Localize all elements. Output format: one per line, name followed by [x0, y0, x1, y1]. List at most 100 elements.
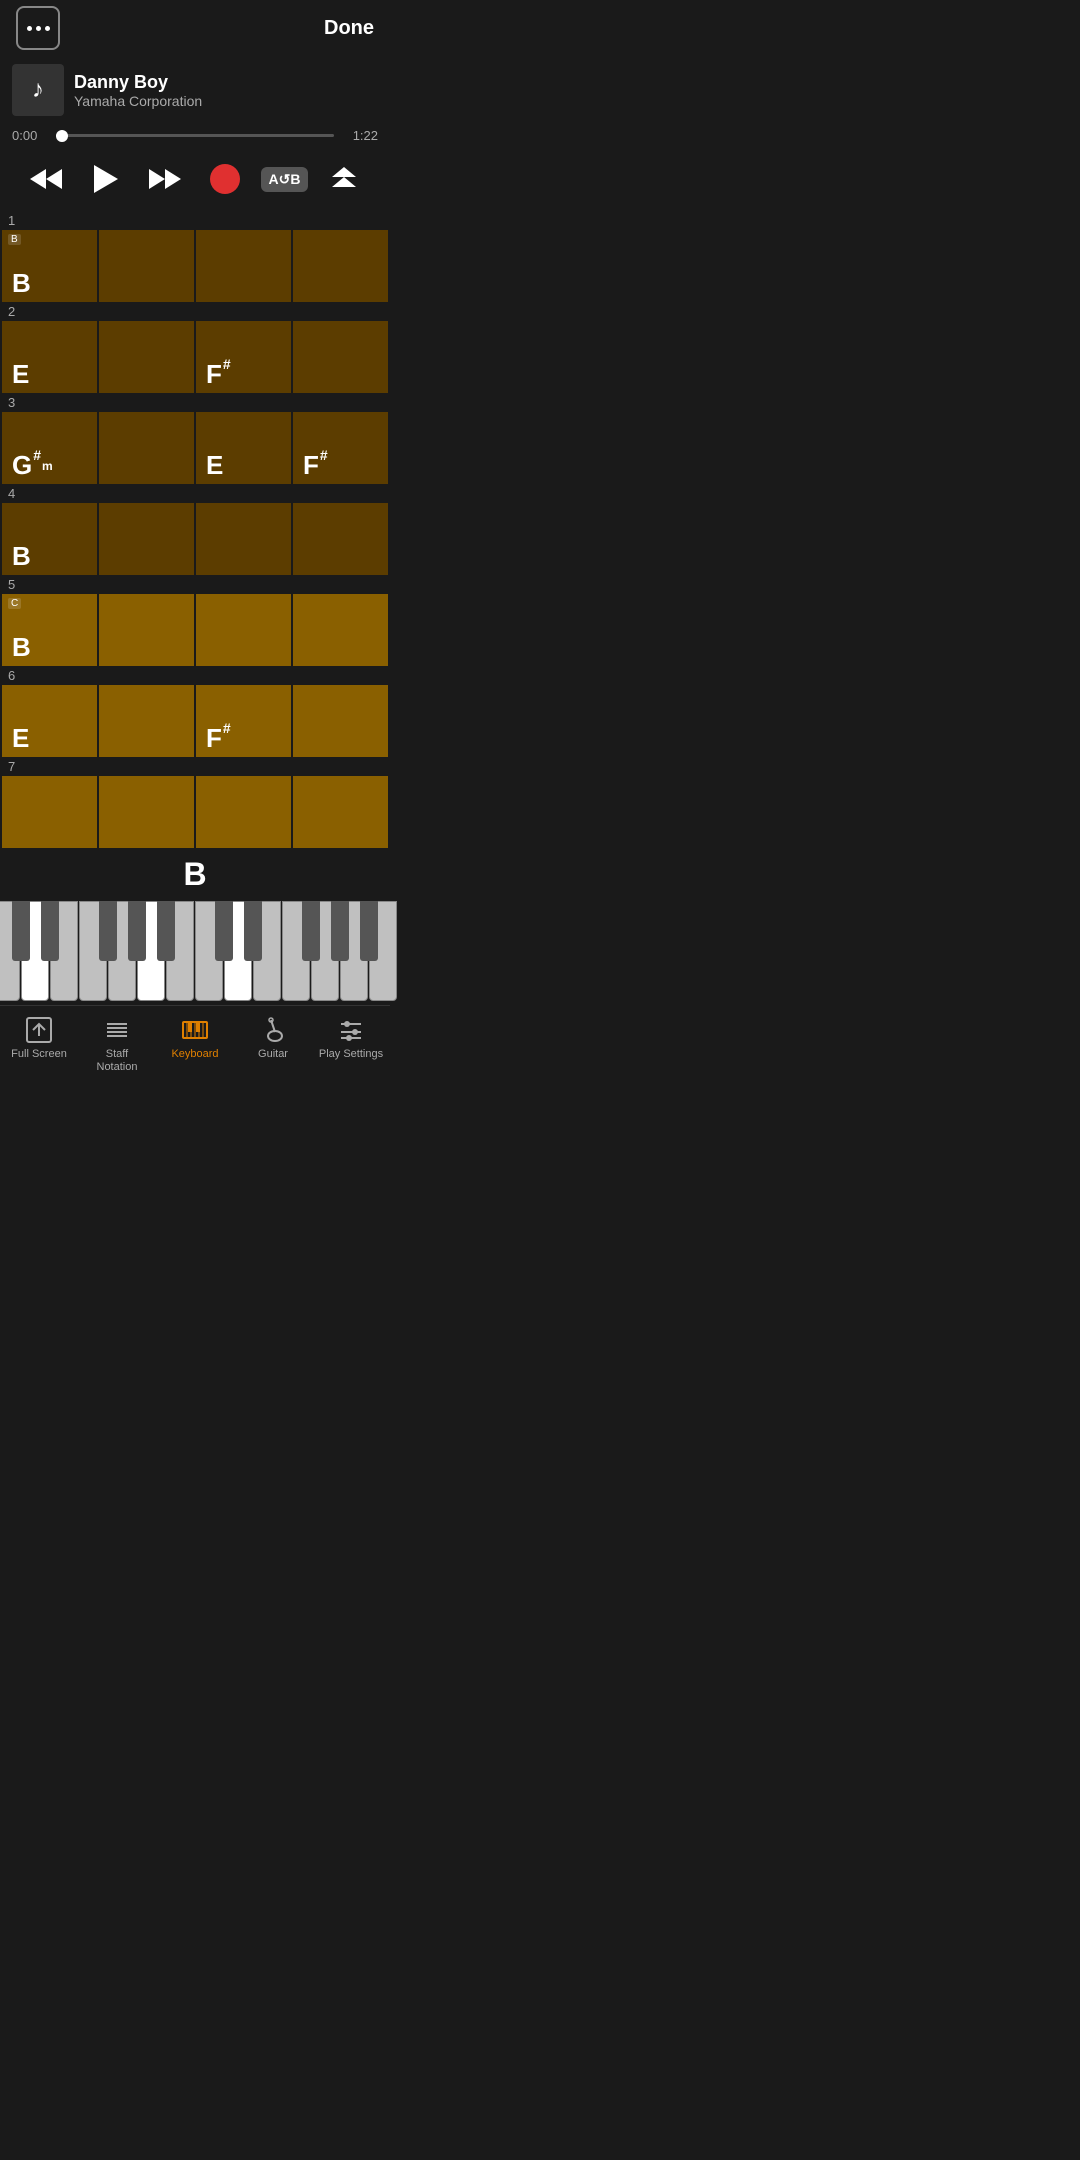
- chord-label: F#: [206, 725, 231, 751]
- chord-row-1: BB: [0, 230, 390, 302]
- chord-cell-r6c0[interactable]: E: [2, 685, 97, 757]
- section-label: C: [8, 598, 21, 609]
- chord-row-group-2: 2 E F#: [0, 302, 390, 393]
- scroll-button[interactable]: [320, 159, 368, 199]
- black-key-1[interactable]: [41, 901, 59, 961]
- chord-note: B: [12, 634, 31, 660]
- chord-sharp: #: [33, 448, 41, 462]
- chord-cell-r5c2[interactable]: [196, 594, 291, 666]
- tab-settings[interactable]: Play Settings: [312, 1012, 390, 1078]
- tab-fullscreen[interactable]: Full Screen: [0, 1012, 78, 1078]
- black-key-4[interactable]: [157, 901, 175, 961]
- playback-controls: A↺B: [0, 151, 390, 211]
- chord-cell-r1c2[interactable]: [196, 230, 291, 302]
- tab-staff[interactable]: Staff Notation: [78, 1012, 156, 1078]
- record-button[interactable]: [201, 159, 249, 199]
- piano-section: B: [0, 848, 390, 1005]
- chord-cell-r7c2[interactable]: [196, 776, 291, 848]
- record-icon: [210, 164, 240, 194]
- chord-row-6: E F#: [0, 685, 390, 757]
- tab-label-settings: Play Settings: [319, 1048, 383, 1061]
- row-number-1: 1: [0, 211, 390, 230]
- chord-cell-r3c0[interactable]: G#m: [2, 412, 97, 484]
- staff-icon: [103, 1016, 131, 1044]
- chord-cell-r2c2[interactable]: F#: [196, 321, 291, 393]
- play-icon: [92, 163, 120, 195]
- black-key-9[interactable]: [360, 901, 378, 961]
- black-key-3[interactable]: [128, 901, 146, 961]
- settings-icon: [337, 1016, 365, 1044]
- black-key-5[interactable]: [215, 901, 233, 961]
- chord-cell-r2c1[interactable]: [99, 321, 194, 393]
- chord-cell-r3c3[interactable]: F#: [293, 412, 388, 484]
- track-info: Danny Boy Yamaha Corporation: [74, 72, 378, 109]
- piano-keyboard[interactable]: [0, 901, 398, 1001]
- progress-thumb[interactable]: [56, 130, 68, 142]
- chord-cell-r4c2[interactable]: [196, 503, 291, 575]
- chord-cell-r5c1[interactable]: [99, 594, 194, 666]
- tab-keyboard[interactable]: Keyboard: [156, 1012, 234, 1078]
- chord-cell-r6c2[interactable]: F#: [196, 685, 291, 757]
- chord-cell-r3c2[interactable]: E: [196, 412, 291, 484]
- chord-note: F: [206, 361, 222, 387]
- row-number-5: 5: [0, 575, 390, 594]
- chord-label: B: [12, 543, 31, 569]
- chord-cell-r6c3[interactable]: [293, 685, 388, 757]
- chord-row-group-4: 4B: [0, 484, 390, 575]
- row-number-4: 4: [0, 484, 390, 503]
- chord-cell-r5c0[interactable]: CB: [2, 594, 97, 666]
- black-key-8[interactable]: [331, 901, 349, 961]
- music-note-icon: ♪: [32, 76, 44, 104]
- black-key-2[interactable]: [99, 901, 117, 961]
- chord-row-5: CB: [0, 594, 390, 666]
- chord-cell-r7c3[interactable]: [293, 776, 388, 848]
- chord-cell-r6c1[interactable]: [99, 685, 194, 757]
- row-number-7: 7: [0, 757, 390, 776]
- piano-wrap: [0, 901, 410, 1001]
- tab-label-guitar: Guitar: [258, 1048, 288, 1061]
- chord-row-4: B: [0, 503, 390, 575]
- fast-forward-button[interactable]: [141, 159, 189, 199]
- menu-dot-1: [27, 26, 32, 31]
- black-key-7[interactable]: [302, 901, 320, 961]
- chord-cell-r7c0[interactable]: [2, 776, 97, 848]
- time-total: 1:22: [342, 128, 378, 143]
- tab-label-fullscreen: Full Screen: [11, 1048, 67, 1061]
- chord-cell-r4c1[interactable]: [99, 503, 194, 575]
- ab-repeat-button[interactable]: A↺B: [261, 167, 309, 192]
- header: Done: [0, 0, 390, 56]
- play-button[interactable]: [82, 159, 130, 199]
- chord-cell-r7c1[interactable]: [99, 776, 194, 848]
- tab-guitar[interactable]: Guitar: [234, 1012, 312, 1078]
- chord-grid: 1BB2EF#3G#mEF#4B5CB6EF#7: [0, 211, 390, 848]
- menu-button[interactable]: [16, 6, 60, 50]
- chord-label: G#m: [12, 452, 53, 478]
- chord-cell-r4c0[interactable]: B: [2, 503, 97, 575]
- current-chord-display: B: [183, 856, 206, 893]
- chord-cell-r1c3[interactable]: [293, 230, 388, 302]
- chord-note: B: [12, 543, 31, 569]
- chord-note: F: [206, 725, 222, 751]
- progress-track[interactable]: [56, 134, 334, 137]
- chord-cell-r1c0[interactable]: BB: [2, 230, 97, 302]
- black-key-6[interactable]: [244, 901, 262, 961]
- track-artist: Yamaha Corporation: [74, 93, 378, 109]
- chord-row-group-6: 6E F#: [0, 666, 390, 757]
- chord-cell-r2c3[interactable]: [293, 321, 388, 393]
- rewind-button[interactable]: [22, 159, 70, 199]
- chord-note: G: [12, 452, 32, 478]
- menu-dot-2: [36, 26, 41, 31]
- row-number-6: 6: [0, 666, 390, 685]
- rewind-icon: [28, 165, 64, 193]
- row-number-2: 2: [0, 302, 390, 321]
- done-button[interactable]: Done: [324, 17, 374, 40]
- chord-cell-r2c0[interactable]: E: [2, 321, 97, 393]
- chord-sharp: #: [223, 721, 231, 735]
- chord-cell-r4c3[interactable]: [293, 503, 388, 575]
- chord-cell-r3c1[interactable]: [99, 412, 194, 484]
- chord-note: E: [12, 361, 29, 387]
- chord-cell-r1c1[interactable]: [99, 230, 194, 302]
- black-key-0[interactable]: [12, 901, 30, 961]
- chord-cell-r5c3[interactable]: [293, 594, 388, 666]
- now-playing-bar: ♪ Danny Boy Yamaha Corporation: [0, 56, 390, 124]
